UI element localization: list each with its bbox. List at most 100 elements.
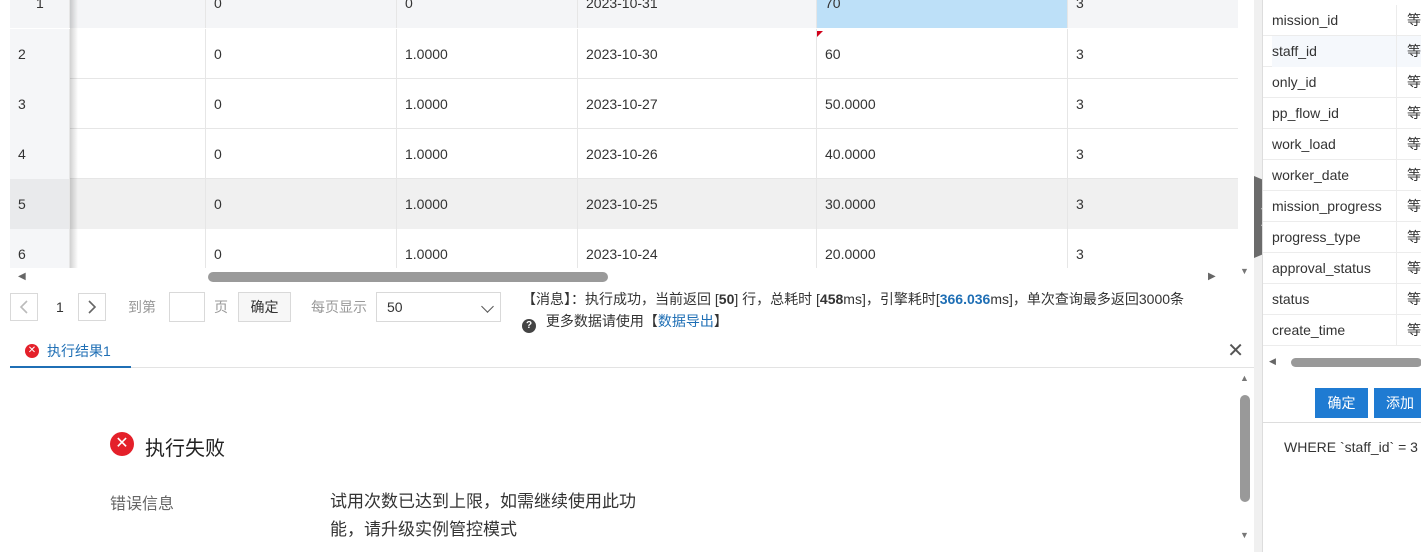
table-row[interactable]: 5 0 1.0000 2023-10-25 30.0000 3 <box>10 179 1238 229</box>
table-row[interactable]: 2 0 1.0000 2023-10-30 60 3 <box>10 29 1238 79</box>
table-cell[interactable] <box>70 229 206 268</box>
filter-row[interactable]: only_id 等于 <box>1263 67 1421 98</box>
filter-confirm-button[interactable]: 确定 <box>1315 388 1368 418</box>
table-cell[interactable]: 1.0000 <box>397 179 578 229</box>
goto-label: 到第 <box>128 299 156 315</box>
table-cell-modified[interactable]: 60 <box>817 29 1068 79</box>
table-cell[interactable]: 3 <box>1068 79 1238 129</box>
field-operator[interactable]: 等于 <box>1396 253 1421 284</box>
table-cell[interactable]: 3 <box>1068 229 1238 268</box>
table-cell[interactable] <box>70 79 206 129</box>
field-operator[interactable]: 等于 <box>1396 315 1421 346</box>
table-cell[interactable]: 2023-10-26 <box>578 129 817 179</box>
scroll-right-arrow-icon[interactable]: ▶ <box>1208 271 1216 282</box>
scroll-down-arrow-icon[interactable]: ▼ <box>1240 530 1249 540</box>
goto-confirm-button[interactable]: 确定 <box>238 292 291 322</box>
table-cell[interactable]: 1.0000 <box>397 79 578 129</box>
field-operator[interactable]: 等于 <box>1396 67 1421 98</box>
table-cell[interactable]: 0 <box>206 129 397 179</box>
table-cell[interactable]: 1.0000 <box>397 229 578 268</box>
filter-horizontal-scrollbar[interactable]: ◀ <box>1263 352 1421 372</box>
goto-page-input[interactable] <box>169 292 205 322</box>
prev-page-button[interactable] <box>10 293 38 321</box>
table-row[interactable]: 4 0 1.0000 2023-10-26 40.0000 3 <box>10 129 1238 179</box>
field-operator[interactable]: 等于 <box>1396 5 1421 36</box>
field-operator[interactable]: 等于 <box>1396 222 1421 253</box>
field-operator[interactable]: 等于 <box>1396 284 1421 315</box>
table-cell[interactable]: 1.0000 <box>397 129 578 179</box>
table-cell[interactable]: 2023-10-25 <box>578 179 817 229</box>
table-cell[interactable]: 3 <box>1068 129 1238 179</box>
filter-row[interactable]: worker_date 等于 <box>1263 160 1421 191</box>
filter-row[interactable]: pp_flow_id 等于 <box>1263 98 1421 129</box>
field-name: approval_status <box>1272 260 1371 276</box>
chevron-left-icon <box>19 300 28 314</box>
table-cell[interactable]: 40.0000 <box>817 129 1068 179</box>
per-page-select[interactable]: 50 <box>376 292 501 322</box>
table-cell[interactable]: 50.0000 <box>817 79 1068 129</box>
table-cell[interactable]: 0 <box>397 0 578 28</box>
data-export-link[interactable]: 数据导出 <box>658 313 714 329</box>
result-panel: ✕ 执行失败 错误信息 试用次数已达到上限，如需继续使用此功能，请升级实例管控模… <box>10 369 1238 552</box>
field-name: worker_date <box>1272 167 1350 183</box>
field-operator[interactable]: 等于 <box>1396 160 1421 191</box>
table-cell[interactable]: 3 <box>1068 179 1238 229</box>
close-icon[interactable]: ✕ <box>1227 338 1244 363</box>
panel-divider[interactable] <box>1254 0 1262 552</box>
field-operator[interactable]: 等于 <box>1396 129 1421 160</box>
field-name: mission_id <box>1272 12 1339 28</box>
message-mid2: ms]，引擎耗时[ <box>843 291 940 307</box>
table-cell[interactable]: 0 <box>206 79 397 129</box>
pagination-bar: 1 到第 页 确定 每页显示 50 <box>10 290 510 326</box>
field-operator[interactable]: 等于 <box>1396 36 1421 67</box>
filter-row[interactable]: create_time 等于 <box>1263 315 1421 346</box>
table-cell[interactable] <box>70 29 206 79</box>
table-cell[interactable]: 3 <box>1068 0 1238 28</box>
table-cell[interactable]: 2023-10-31 <box>578 0 817 28</box>
table-cell[interactable]: 20.0000 <box>817 229 1068 268</box>
next-page-button[interactable] <box>78 293 106 321</box>
scrollbar-thumb[interactable] <box>208 272 608 282</box>
table-cell[interactable]: 0 <box>206 29 397 79</box>
field-operator[interactable]: 等于 <box>1396 191 1421 222</box>
filter-row[interactable]: status 等于 <box>1263 284 1421 315</box>
tab-execution-result-1[interactable]: ✕ 执行结果1 <box>10 333 131 368</box>
scrollbar-thumb[interactable] <box>1240 395 1250 502</box>
table-cell[interactable]: 2023-10-24 <box>578 229 817 268</box>
filter-add-button[interactable]: 添加 <box>1374 388 1421 418</box>
filter-row[interactable]: mission_id 等于 <box>1263 5 1421 36</box>
result-vertical-scrollbar[interactable]: ▲ ▼ <box>1238 369 1254 552</box>
filter-row[interactable]: approval_status 等于 <box>1263 253 1421 284</box>
scrollbar-thumb[interactable] <box>1291 358 1421 367</box>
filter-row[interactable]: progress_type 等于 <box>1263 222 1421 253</box>
filter-row[interactable]: staff_id等于 <box>1263 36 1421 67</box>
table-cell[interactable]: 0 <box>206 229 397 268</box>
table-cell[interactable]: 3 <box>1068 29 1238 79</box>
scroll-left-arrow-icon[interactable]: ◀ <box>18 271 26 282</box>
table-row[interactable]: 1 0 0 2023-10-31 70 3 <box>10 0 1238 28</box>
filter-row[interactable]: mission_progress 等于 <box>1263 191 1421 222</box>
table-row[interactable]: 3 0 1.0000 2023-10-27 50.0000 3 <box>10 79 1238 129</box>
field-name: create_time <box>1272 322 1346 338</box>
message-line2-suffix: 】 <box>713 313 728 329</box>
table-cell[interactable]: 2023-10-27 <box>578 79 817 129</box>
help-icon[interactable]: ? <box>522 319 536 333</box>
table-cell[interactable] <box>70 129 206 179</box>
grid-horizontal-scrollbar[interactable]: ◀ ▶ <box>10 268 1228 286</box>
table-cell[interactable]: 2023-10-30 <box>578 29 817 79</box>
table-cell-selected[interactable]: 70 <box>817 0 1068 28</box>
table-cell[interactable]: 1.0000 <box>397 29 578 79</box>
table-cell[interactable]: 0 <box>206 179 397 229</box>
field-operator[interactable]: 等于 <box>1396 98 1421 129</box>
scroll-down-arrow-icon[interactable]: ▼ <box>1240 266 1249 276</box>
table-cell[interactable]: 0 <box>206 0 397 28</box>
scroll-up-arrow-icon[interactable]: ▲ <box>1240 373 1249 383</box>
table-row[interactable]: 6 0 1.0000 2023-10-24 20.0000 3 <box>10 229 1238 268</box>
table-cell[interactable]: 30.0000 <box>817 179 1068 229</box>
filter-row[interactable]: work_load 等于 <box>1263 129 1421 160</box>
table-cell[interactable] <box>70 0 206 28</box>
message-engine-ms: 366.036 <box>939 291 991 307</box>
scroll-left-arrow-icon[interactable]: ◀ <box>1269 356 1276 367</box>
grid-vertical-scrollbar[interactable]: ▼ <box>1238 0 1254 286</box>
table-cell[interactable] <box>70 179 206 229</box>
